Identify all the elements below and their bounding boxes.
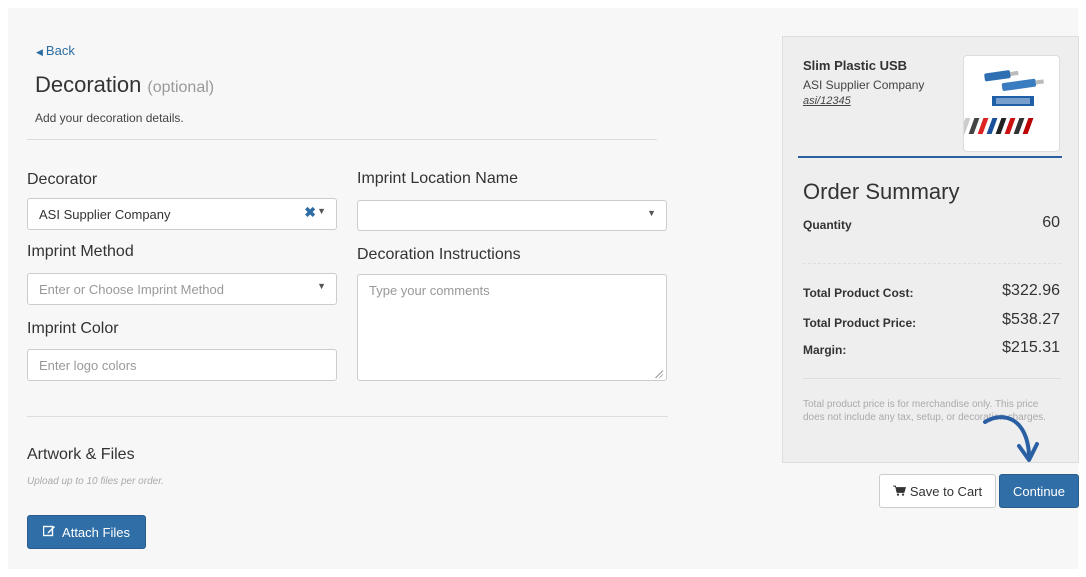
continue-button[interactable]: Continue: [999, 474, 1079, 508]
artwork-note: Upload up to 10 files per order.: [27, 476, 164, 487]
summary-divider: [798, 156, 1062, 158]
divider: [803, 378, 1061, 379]
quantity-value: 60: [1042, 214, 1060, 231]
imprint-method-select[interactable]: Enter or Choose Imprint Method ▼: [27, 273, 337, 305]
imprint-method-placeholder: Enter or Choose Imprint Method: [39, 282, 224, 297]
attach-files-label: Attach Files: [62, 524, 130, 540]
back-link[interactable]: ◀ Back: [36, 43, 75, 58]
order-summary-panel: Slim Plastic USB ASI Supplier Company as…: [782, 36, 1079, 463]
save-to-cart-button[interactable]: Save to Cart: [879, 474, 996, 508]
margin-label: Margin:: [803, 343, 847, 357]
margin-value: $215.31: [1002, 339, 1060, 356]
imprint-method-label: Imprint Method: [27, 243, 134, 260]
chevron-down-icon: ▼: [647, 208, 656, 218]
save-to-cart-label: Save to Cart: [909, 483, 983, 499]
continue-label: Continue: [1012, 483, 1066, 499]
decorator-select[interactable]: ASI Supplier Company ✖ ▼: [27, 198, 337, 230]
decorator-value: ASI Supplier Company: [39, 207, 171, 222]
divider: [803, 263, 1061, 264]
imprint-color-placeholder: Enter logo colors: [39, 358, 137, 373]
chevron-down-icon: ▼: [317, 281, 326, 291]
page-subtitle: Add your decoration details.: [35, 111, 184, 125]
total-cost-value: $322.96: [1002, 282, 1060, 299]
divider: [27, 139, 657, 140]
caret-left-icon: ◀: [36, 47, 43, 57]
imprint-color-input[interactable]: Enter logo colors: [27, 349, 337, 381]
total-cost-label: Total Product Cost:: [803, 286, 914, 300]
artwork-title: Artwork & Files: [27, 446, 135, 463]
imprint-color-label: Imprint Color: [27, 320, 119, 337]
arrow-icon: [983, 415, 1039, 462]
cart-icon: [892, 484, 906, 499]
decorator-label: Decorator: [27, 171, 98, 188]
edit-icon: [42, 524, 56, 540]
page: ◀ Back Decoration (optional) Add your deco…: [8, 8, 1079, 569]
total-price-label: Total Product Price:: [803, 316, 917, 330]
back-label: Back: [45, 43, 75, 58]
product-name: Slim Plastic USB: [803, 58, 908, 73]
imprint-location-select[interactable]: ▼: [357, 200, 667, 231]
title-text: Decoration: [35, 72, 142, 97]
quantity-label: Quantity: [803, 218, 852, 232]
divider: [27, 416, 668, 417]
chevron-down-icon: ▼: [317, 206, 326, 216]
decoration-instructions-label: Decoration Instructions: [357, 246, 521, 263]
decoration-instructions-textarea[interactable]: Type your comments: [357, 274, 667, 381]
attach-files-button[interactable]: Attach Files: [27, 515, 146, 549]
product-supplier: ASI Supplier Company: [803, 78, 925, 92]
usb-product-icon: [950, 70, 1044, 134]
page-title: Decoration (optional): [35, 72, 214, 98]
clear-icon[interactable]: ✖: [304, 204, 316, 221]
order-summary-title: Order Summary: [803, 179, 960, 204]
decoration-instructions-placeholder: Type your comments: [369, 283, 490, 298]
optional-text: (optional): [147, 79, 215, 96]
product-id-link[interactable]: asi/12345: [803, 95, 851, 107]
product-thumbnail: [950, 55, 1060, 152]
imprint-location-label: Imprint Location Name: [357, 170, 518, 187]
resize-handle-icon[interactable]: [655, 370, 663, 378]
total-price-value: $538.27: [1002, 311, 1060, 328]
